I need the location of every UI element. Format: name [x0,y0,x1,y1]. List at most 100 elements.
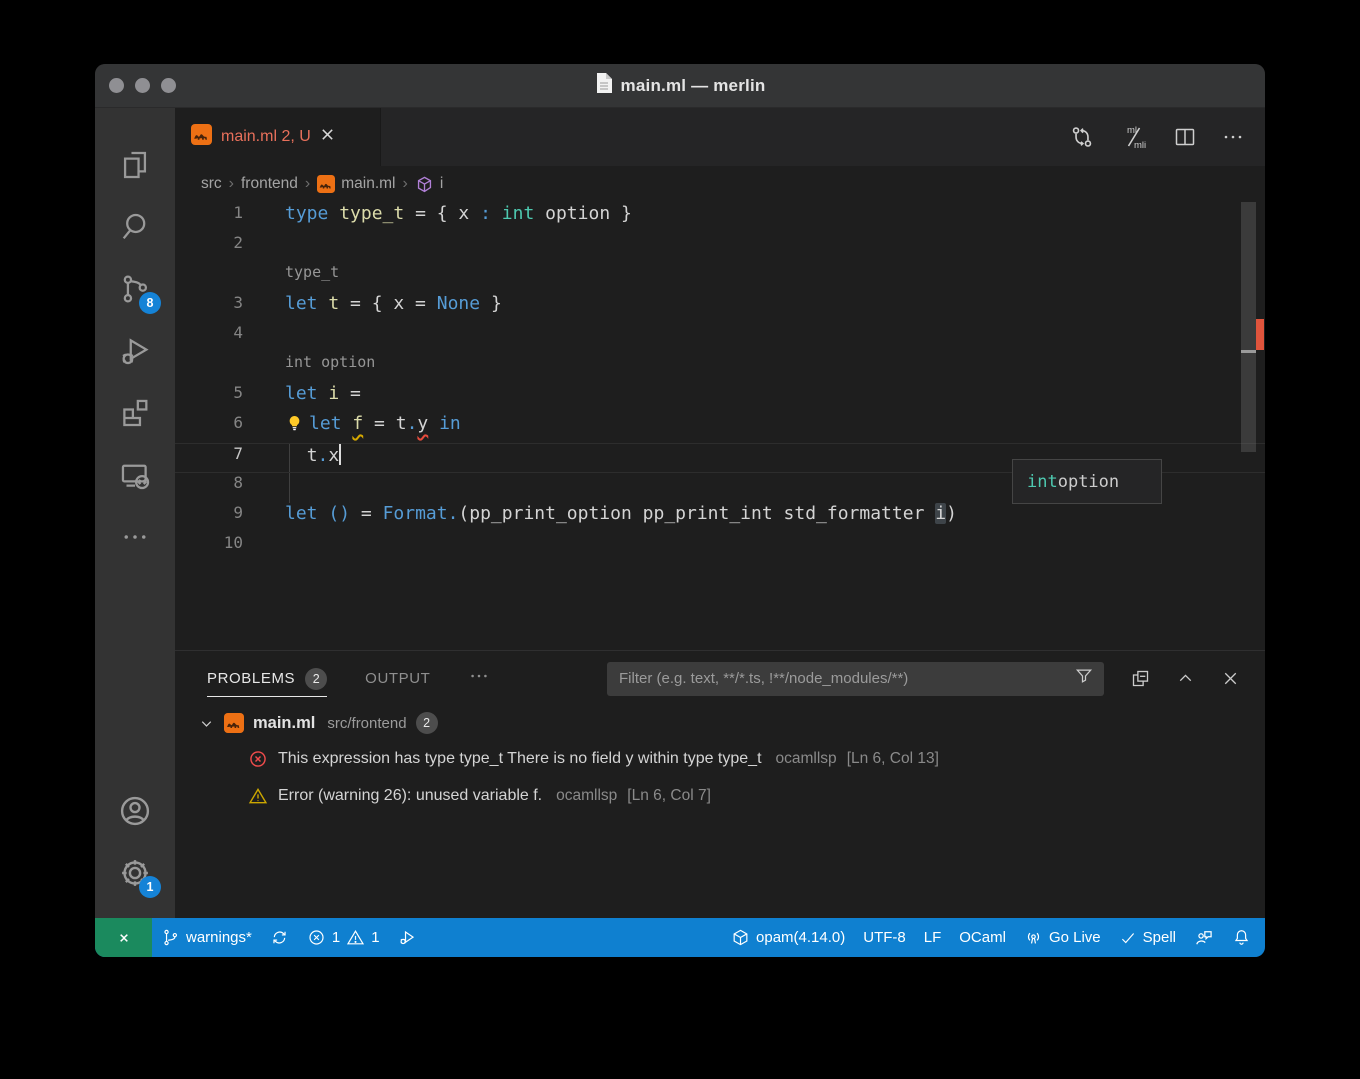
code-text: t.x [285,444,341,472]
go-live-item[interactable]: Go Live [1015,918,1110,957]
code-token: } [480,293,502,314]
code-editor[interactable]: 1type type_t = { x : int option }2type_t… [175,202,1265,650]
breadcrumb-file[interactable]: main.ml [317,175,395,193]
source-control-icon[interactable]: 8 [111,258,159,320]
code-token: = [363,413,396,434]
collapse-all-icon[interactable] [1130,668,1151,689]
code-line[interactable]: 6let f = t.y in [175,413,1265,443]
warning-count-icon [346,928,365,947]
spell-item[interactable]: Spell [1110,918,1185,957]
group-count-badge: 2 [416,712,438,734]
zoom-window-button[interactable] [161,78,176,93]
activity-bar-spacer [111,568,159,780]
code-line[interactable]: 9let () = Format.(pp_print_option pp_pri… [175,503,1265,533]
search-icon[interactable] [111,196,159,258]
tab-main-ml[interactable]: main.ml 2, U [175,108,381,166]
traffic-lights [109,64,176,107]
code-token: = { x [404,203,480,224]
code-token: let [285,503,318,524]
code-line[interactable]: 3let t = { x = None } [175,293,1265,323]
text-cursor [339,444,341,465]
split-editor-icon[interactable] [1173,125,1197,149]
problems-file-group[interactable]: main.ml src/frontend 2 [175,706,1265,740]
git-branch-item[interactable]: warnings* [152,918,261,957]
titlebar[interactable]: main.ml — merlin [95,64,1265,108]
panel-actions [1130,668,1241,689]
panel-header: PROBLEMS 2 OUTPUT [175,651,1265,706]
close-panel-icon[interactable] [1220,668,1241,689]
broadcast-icon [1024,928,1043,947]
error-count: 1 [332,929,340,946]
minimize-window-button[interactable] [135,78,150,93]
breadcrumb-file-label: main.ml [341,175,395,193]
inlay-hint-row[interactable]: int option [175,353,1265,383]
ml-mli-switch-icon[interactable]: mlmli [1119,122,1149,152]
code-token: () [328,503,350,524]
code-line[interactable]: 1type type_t = { x : int option } [175,203,1265,233]
run-debug-icon[interactable] [111,320,159,382]
problem-row-error[interactable]: This expression has type type_t There is… [175,740,1265,777]
remote-explorer-icon[interactable] [111,444,159,506]
output-tab-label: OUTPUT [365,670,430,687]
remote-icon [114,928,134,948]
sync-item[interactable] [261,918,298,957]
code-token: let [285,293,318,314]
breadcrumb-symbol[interactable]: i [415,175,443,194]
problems-status-item[interactable]: 1 1 [298,918,389,957]
breadcrumb-separator: › [402,175,407,193]
problems-panel: PROBLEMS 2 OUTPUT [175,650,1265,918]
explorer-icon[interactable] [111,134,159,196]
code-token: = { x = [339,293,437,314]
inlay-hint-row[interactable]: type_t [175,263,1265,293]
ocaml-file-icon [317,175,335,193]
problem-row-warning[interactable]: Error (warning 26): unused variable f.oc… [175,777,1265,814]
scrollbar-slider[interactable] [1241,202,1256,452]
breadcrumb-separator: › [305,175,310,193]
extensions-icon[interactable] [111,382,159,444]
vscode-window: main.ml — merlin 8 [95,64,1265,957]
code-line[interactable]: 10 [175,533,1265,563]
tab-close-icon[interactable] [320,127,335,147]
sync-icon [270,928,289,947]
problems-list: main.ml src/frontend 2 This expression h… [175,706,1265,918]
settings-gear-icon[interactable]: 1 [111,842,159,904]
code-line[interactable]: 2 [175,233,1265,263]
debug-status-item[interactable] [389,918,426,957]
branch-label: warnings* [186,929,252,946]
line-number [175,353,243,383]
code-line[interactable]: 4 [175,323,1265,353]
type-inlay-hint: type_t [285,263,339,293]
ocaml-switch-icon[interactable] [1069,124,1095,150]
line-number: 6 [175,413,243,443]
line-number: 3 [175,293,243,323]
tab-output[interactable]: OUTPUT [365,651,430,706]
problems-filter-input[interactable] [619,670,1074,687]
breadcrumb-frontend[interactable]: frontend [241,175,298,193]
line-number: 9 [175,503,243,533]
tab-problems[interactable]: PROBLEMS 2 [207,651,327,706]
code-token: : [480,203,491,224]
opam-label: opam(4.14.0) [756,929,845,946]
tooltip-type: int [1027,472,1058,492]
filter-funnel-icon[interactable] [1074,666,1094,691]
code-token: t [396,413,407,434]
opam-item[interactable]: opam(4.14.0) [722,918,854,957]
language-item[interactable]: OCaml [950,918,1015,957]
overview-ruler-cursor-mark [1241,350,1256,353]
panel-more-tabs-icon[interactable] [468,665,490,692]
code-token: in [439,413,461,434]
more-views-icon[interactable] [111,506,159,568]
lightbulb-icon[interactable] [285,414,309,438]
eol-item[interactable]: LF [915,918,951,957]
notifications-item[interactable] [1223,918,1265,957]
feedback-item[interactable] [1185,918,1223,957]
breadcrumb-src[interactable]: src [201,175,222,193]
encoding-item[interactable]: UTF-8 [854,918,915,957]
maximize-panel-icon[interactable] [1175,668,1196,689]
accounts-icon[interactable] [111,780,159,842]
remote-indicator[interactable] [95,918,152,957]
more-actions-icon[interactable] [1221,125,1245,149]
status-bar: warnings* 1 1 opam(4.14.0) UTF-8 LF OCam… [95,918,1265,957]
code-line[interactable]: 5let i = [175,383,1265,413]
close-window-button[interactable] [109,78,124,93]
